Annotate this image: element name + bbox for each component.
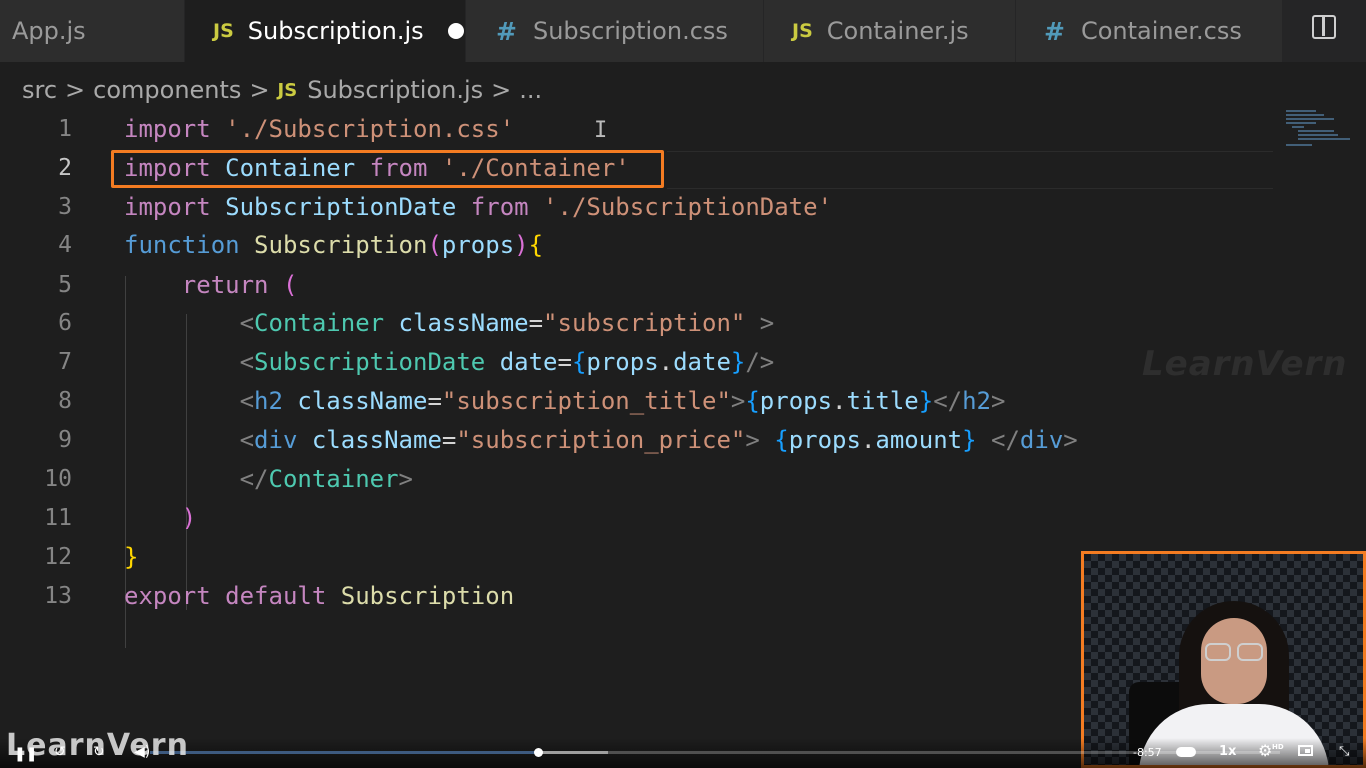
learnvern-watermark: LearnVern [1142, 344, 1348, 384]
code-line: 10 </Container> [0, 460, 1366, 498]
tab-subscription-css[interactable]: # Subscription.css [466, 0, 763, 62]
breadcrumb-file[interactable]: Subscription.js [307, 76, 483, 104]
code-line-text: <div className="subscription_price"> {pr… [239, 426, 1078, 454]
glasses-icon [1205, 643, 1263, 661]
seek-bar-buffered [538, 751, 608, 754]
chevron-right-icon: > [65, 76, 86, 104]
code-line: 5 return ( [0, 266, 1366, 304]
picture-in-picture-icon[interactable] [1298, 745, 1313, 756]
chevron-right-icon: > [249, 76, 270, 104]
fullscreen-icon[interactable]: ⤡ [1339, 745, 1349, 759]
line-number: 1 [58, 116, 72, 142]
line-number: 9 [58, 427, 72, 453]
breadcrumb: src > components > JS Subscription.js > … [22, 72, 542, 108]
breadcrumb-components[interactable]: components [93, 76, 241, 104]
code-line: 6 <Container className="subscription" > [0, 304, 1366, 342]
tab-label: Container.css [1080, 17, 1242, 45]
minimap[interactable] [1286, 108, 1366, 148]
tab-app-js[interactable]: App.js [0, 0, 184, 62]
split-editor-icon[interactable] [1312, 15, 1336, 39]
playback-speed[interactable]: 1x [1219, 744, 1236, 759]
volume-icon[interactable]: ◀) [134, 745, 150, 759]
line-number: 10 [44, 466, 72, 492]
line-number: 3 [58, 194, 72, 220]
hd-badge: HD [1272, 743, 1284, 751]
line-number: 5 [58, 272, 72, 298]
js-file-icon: JS [792, 20, 813, 42]
code-line-text: export default Subscription [124, 582, 515, 610]
rewind-icon[interactable]: ↺ [54, 745, 66, 759]
autoplay-toggle[interactable] [1176, 747, 1196, 757]
tab-subscription-js[interactable]: JS Subscription.js [185, 0, 465, 62]
code-line-text: <SubscriptionDate date={props.date}/> [239, 348, 775, 376]
forward-icon[interactable]: ↻ [93, 745, 105, 759]
breadcrumb-src[interactable]: src [22, 76, 57, 104]
line-number: 11 [44, 505, 72, 531]
tab-label: Container.js [826, 17, 969, 45]
tab-label: Subscription.js [247, 17, 424, 45]
code-line-text: <Container className="subscription" > [239, 309, 775, 337]
line-number: 2 [58, 155, 72, 181]
code-line-text: import './Subscription.css' [124, 115, 515, 143]
tab-label: Subscription.css [532, 17, 728, 45]
gear-icon[interactable]: ⚙ [1258, 743, 1272, 759]
tab-container-css[interactable]: # Container.css [1016, 0, 1282, 62]
code-line: 11 ) [0, 499, 1366, 537]
line-number: 12 [44, 544, 72, 570]
seek-bar-played [150, 751, 538, 754]
time-remaining: -8:57 [1133, 746, 1162, 759]
text-cursor-icon: I [594, 118, 608, 143]
line-number: 13 [44, 583, 72, 609]
instructor-webcam [1081, 551, 1366, 768]
code-line-text: return ( [181, 271, 298, 299]
js-file-icon: JS [213, 20, 234, 42]
breadcrumb-symbol[interactable]: ... [519, 76, 542, 104]
line-number: 7 [58, 349, 72, 375]
code-line: 9 <div className="subscription_price"> {… [0, 421, 1366, 459]
tab-container-js[interactable]: JS Container.js [764, 0, 1015, 62]
code-line: 4 function Subscription(props){ [0, 226, 1366, 264]
code-line-text: } [124, 543, 139, 571]
code-line-text: import SubscriptionDate from './Subscrip… [124, 193, 833, 221]
annotation-highlight-box [111, 150, 664, 188]
unsaved-dot-icon[interactable] [447, 23, 464, 39]
instructor-face [1201, 618, 1267, 704]
css-file-icon: # [496, 16, 517, 46]
code-line-text: ) [181, 504, 197, 532]
js-file-icon: JS [277, 79, 298, 101]
current-line-highlight [667, 151, 1273, 189]
code-line-text: </Container> [239, 465, 413, 493]
chevron-right-icon: > [491, 76, 512, 104]
code-line: 8 <h2 className="subscription_title">{pr… [0, 382, 1366, 420]
code-line-text: function Subscription(props){ [124, 231, 544, 259]
code-line: 3 import SubscriptionDate from './Subscr… [0, 188, 1366, 226]
code-line-text: <h2 className="subscription_title">{prop… [239, 387, 1006, 415]
editor-tab-bar: App.js JS Subscription.js # Subscription… [0, 0, 1366, 62]
seek-handle[interactable] [534, 748, 543, 757]
line-number: 6 [58, 310, 72, 336]
tab-label: App.js [12, 17, 86, 45]
css-file-icon: # [1044, 16, 1065, 46]
line-number: 8 [58, 388, 72, 414]
code-line: 1 import './Subscription.css' [0, 110, 1366, 148]
pause-icon[interactable]: ❚❚ [14, 747, 37, 761]
line-number: 4 [58, 232, 72, 258]
